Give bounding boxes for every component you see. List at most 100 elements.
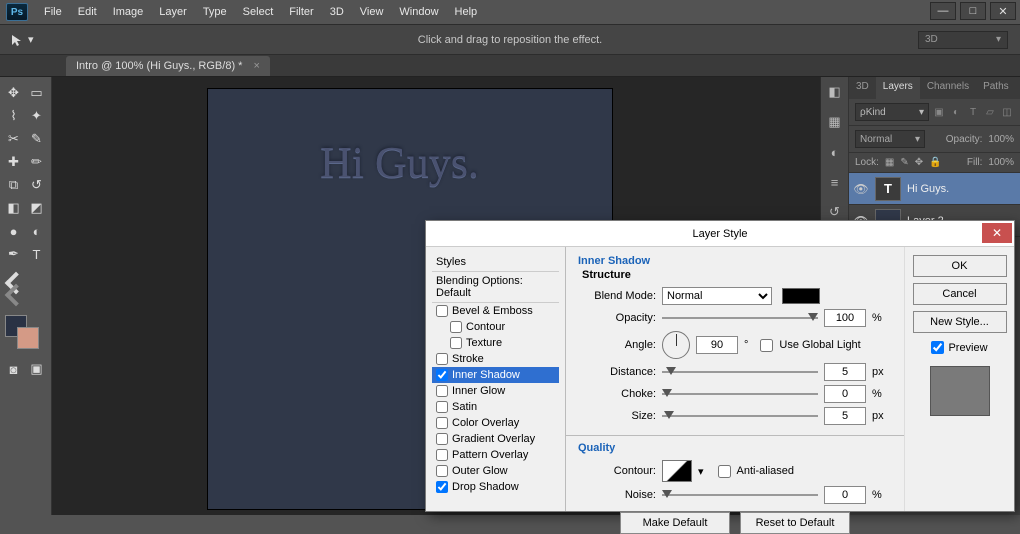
- tab-channels[interactable]: Channels: [920, 77, 976, 99]
- eraser-tool[interactable]: ◧: [3, 198, 24, 218]
- menu-3d[interactable]: 3D: [322, 2, 352, 22]
- style-stroke[interactable]: Stroke: [432, 351, 559, 367]
- distance-slider[interactable]: [662, 365, 818, 379]
- adjust-panel-icon[interactable]: ◐: [826, 143, 844, 161]
- lasso-tool[interactable]: ⌇: [3, 106, 24, 126]
- noise-slider[interactable]: [662, 488, 818, 502]
- swatch-panel-icon[interactable]: ▦: [826, 113, 844, 131]
- style-checkbox[interactable]: [450, 321, 462, 333]
- lock-paint-icon[interactable]: ✎: [900, 157, 908, 168]
- menu-filter[interactable]: Filter: [281, 2, 321, 22]
- history-panel-icon[interactable]: ↺: [826, 203, 844, 221]
- choke-input[interactable]: [824, 385, 866, 403]
- window-minimize-button[interactable]: —: [930, 2, 956, 20]
- distance-input[interactable]: [824, 363, 866, 381]
- window-close-button[interactable]: ✕: [990, 2, 1016, 20]
- tab-paths[interactable]: Paths: [976, 77, 1016, 99]
- blending-options-row[interactable]: Blending Options: Default: [432, 271, 559, 303]
- blend-mode-dropdown[interactable]: Normal▾: [855, 130, 925, 148]
- contour-dd-icon[interactable]: ▾: [698, 465, 704, 478]
- size-input[interactable]: [824, 407, 866, 425]
- styles-panel-icon[interactable]: ≡: [826, 173, 844, 191]
- menu-edit[interactable]: Edit: [70, 2, 105, 22]
- filter-shape-icon[interactable]: ▱: [983, 105, 997, 119]
- reset-default-button[interactable]: Reset to Default: [740, 512, 850, 534]
- brush-tool[interactable]: ✏: [26, 152, 47, 172]
- style-checkbox[interactable]: [436, 305, 448, 317]
- filter-type-icon[interactable]: T: [966, 105, 980, 119]
- lock-all-icon[interactable]: 🔒: [929, 157, 941, 168]
- background-swatch[interactable]: [17, 327, 39, 349]
- style-checkbox[interactable]: [436, 385, 448, 397]
- history-brush-tool[interactable]: ↺: [26, 175, 47, 195]
- size-slider[interactable]: [662, 409, 818, 423]
- style-gradient-overlay[interactable]: Gradient Overlay: [432, 431, 559, 447]
- style-outer-glow[interactable]: Outer Glow: [432, 463, 559, 479]
- menu-layer[interactable]: Layer: [151, 2, 195, 22]
- eyedropper-tool[interactable]: ✎: [26, 129, 47, 149]
- color-swatches[interactable]: [3, 315, 48, 351]
- filter-smart-icon[interactable]: ◫: [1000, 105, 1014, 119]
- blur-tool[interactable]: ●: [3, 221, 24, 241]
- shadow-color-swatch[interactable]: [782, 288, 820, 304]
- tab-layers[interactable]: Layers: [876, 77, 920, 99]
- style-inner-shadow[interactable]: Inner Shadow: [432, 367, 559, 383]
- style-checkbox[interactable]: [436, 417, 448, 429]
- style-checkbox[interactable]: [436, 369, 448, 381]
- ok-button[interactable]: OK: [913, 255, 1007, 277]
- filter-pixel-icon[interactable]: ▣: [932, 105, 946, 119]
- opacity-slider[interactable]: [662, 311, 818, 325]
- document-tab[interactable]: Intro @ 100% (Hi Guys., RGB/8) * ×: [66, 56, 270, 76]
- noise-input[interactable]: [824, 486, 866, 504]
- style-checkbox[interactable]: [436, 465, 448, 477]
- menu-image[interactable]: Image: [105, 2, 152, 22]
- window-maximize-button[interactable]: □: [960, 2, 986, 20]
- style-bevel-emboss[interactable]: Bevel & Emboss: [432, 303, 559, 319]
- use-global-light-checkbox[interactable]: [760, 339, 773, 352]
- make-default-button[interactable]: Make Default: [620, 512, 730, 534]
- crop-tool[interactable]: ✂: [3, 129, 24, 149]
- tab-3d[interactable]: 3D: [849, 77, 876, 99]
- heal-tool[interactable]: ✚: [3, 152, 24, 172]
- blend-mode-select[interactable]: Normal: [662, 287, 772, 305]
- style-contour[interactable]: Contour: [432, 319, 559, 335]
- quickmask-tool[interactable]: ◙: [3, 359, 24, 379]
- workspace-3d-dropdown[interactable]: 3D ▾: [918, 31, 1008, 49]
- lock-trans-icon[interactable]: ▦: [885, 157, 894, 168]
- color-panel-icon[interactable]: ◧: [826, 83, 844, 101]
- toolbar-chevron-icon[interactable]: [5, 271, 23, 309]
- filter-adjust-icon[interactable]: ◐: [949, 105, 963, 119]
- style-checkbox[interactable]: [436, 353, 448, 365]
- style-checkbox[interactable]: [436, 401, 448, 413]
- menu-window[interactable]: Window: [391, 2, 446, 22]
- style-checkbox[interactable]: [436, 481, 448, 493]
- menu-select[interactable]: Select: [235, 2, 282, 22]
- dialog-close-button[interactable]: ✕: [982, 223, 1012, 243]
- visibility-icon[interactable]: 👁: [853, 182, 869, 196]
- cancel-button[interactable]: Cancel: [913, 283, 1007, 305]
- menu-file[interactable]: File: [36, 2, 70, 22]
- style-texture[interactable]: Texture: [432, 335, 559, 351]
- stamp-tool[interactable]: ⧉: [3, 175, 24, 195]
- move-tool-indicator[interactable]: ▾: [10, 33, 34, 47]
- menu-type[interactable]: Type: [195, 2, 235, 22]
- marquee-tool[interactable]: ▭: [26, 83, 47, 103]
- layer-style-dialog[interactable]: Layer Style ✕ Styles Blending Options: D…: [425, 220, 1015, 512]
- style-color-overlay[interactable]: Color Overlay: [432, 415, 559, 431]
- pen-tool[interactable]: ✒: [3, 244, 24, 264]
- fill-value[interactable]: 100%: [988, 157, 1014, 168]
- dialog-titlebar[interactable]: Layer Style ✕: [426, 221, 1014, 247]
- gradient-tool[interactable]: ◩: [26, 198, 47, 218]
- style-checkbox[interactable]: [436, 433, 448, 445]
- opacity-value[interactable]: 100%: [988, 134, 1014, 145]
- wand-tool[interactable]: ✦: [26, 106, 47, 126]
- angle-input[interactable]: [696, 336, 738, 354]
- lock-pos-icon[interactable]: ✥: [915, 157, 923, 168]
- menu-view[interactable]: View: [352, 2, 392, 22]
- anti-aliased-checkbox[interactable]: [718, 465, 731, 478]
- layer-row-hi-guys[interactable]: 👁 T Hi Guys.: [849, 173, 1020, 205]
- screenmode-tool[interactable]: ▣: [26, 359, 47, 379]
- angle-wheel[interactable]: [662, 331, 690, 359]
- opacity-input[interactable]: [824, 309, 866, 327]
- choke-slider[interactable]: [662, 387, 818, 401]
